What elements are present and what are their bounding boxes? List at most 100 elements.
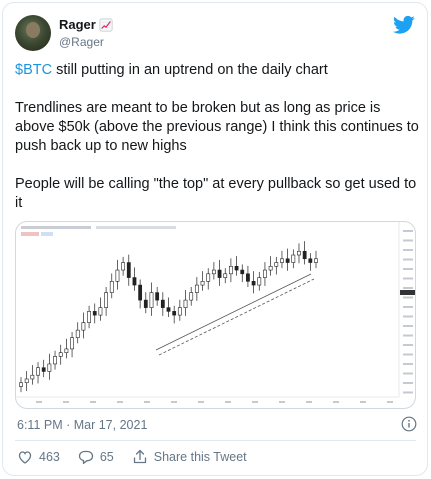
chart-increasing-emoji-icon [99, 18, 113, 31]
candle-body [115, 269, 120, 282]
candle-body [92, 311, 97, 316]
candle-body [177, 307, 182, 316]
candle-body [36, 367, 40, 376]
candle-body [149, 292, 154, 308]
tweet-paragraph-2: Trendlines are meant to be broken but as… [15, 100, 419, 154]
candle-body [268, 265, 273, 271]
twitter-bird-icon[interactable] [393, 15, 415, 35]
chart-image[interactable] [15, 221, 416, 409]
price-tick [403, 315, 413, 318]
candle-body [24, 378, 29, 384]
candle-body [109, 281, 114, 293]
candles [19, 241, 318, 393]
price-tick [403, 296, 413, 299]
candle-body [87, 311, 91, 323]
candle-body [200, 281, 205, 286]
candle-body [263, 269, 267, 278]
time-tick [333, 401, 339, 403]
candle-body [314, 258, 318, 263]
candlestick-chart [16, 222, 415, 403]
share-upload-icon [133, 449, 146, 464]
divider [15, 440, 416, 441]
price-tick [403, 372, 413, 375]
candle-body [194, 284, 199, 293]
price-tick [403, 334, 413, 337]
candle-body [206, 273, 211, 282]
chart-indicator-badge-2 [41, 232, 53, 236]
candle-body [217, 269, 222, 278]
price-tick [403, 239, 413, 242]
candle-body [64, 348, 69, 353]
reply-bubble-icon [78, 450, 94, 464]
price-tick [403, 230, 413, 232]
author-name[interactable]: Rager [59, 17, 96, 32]
candle-body [308, 258, 313, 263]
candle-body [160, 299, 165, 308]
price-tick [403, 344, 413, 346]
avatar[interactable] [15, 15, 51, 51]
time-tick [252, 401, 258, 403]
like-button[interactable]: 463 [17, 449, 60, 465]
reply-count: 65 [99, 450, 114, 464]
like-count: 463 [39, 450, 60, 464]
candle-body [229, 265, 233, 275]
reply-button[interactable]: 65 [78, 449, 114, 465]
candle-body [53, 356, 57, 365]
share-button[interactable]: Share this Tweet [132, 449, 247, 465]
candle-body [274, 262, 279, 267]
time-tick [306, 401, 312, 403]
candle-body [75, 329, 80, 338]
time-tick [225, 401, 231, 403]
tweet-header: Rager @Rager [15, 15, 415, 55]
cashtag-link[interactable]: $BTC [15, 62, 52, 78]
candle-body [155, 292, 160, 301]
tweet-meta-row: 6:11 PM · Mar 17, 2021 [17, 416, 417, 436]
candle-body [234, 265, 239, 271]
candle-body [251, 281, 256, 286]
time-tick [279, 401, 285, 403]
candle-body [41, 367, 46, 372]
price-tick [403, 249, 413, 251]
candle-body [246, 273, 250, 282]
price-tick [403, 287, 413, 289]
chart-title-bar [21, 226, 91, 229]
heart-icon [18, 451, 32, 464]
candle-body [98, 307, 103, 316]
candle-body [58, 352, 63, 357]
tweet-line1-text: still putting in an uptrend on the daily… [52, 62, 328, 78]
price-tick [403, 363, 413, 365]
time-tick [171, 401, 177, 403]
candle-body [70, 337, 74, 350]
chart-ohlc-bar [96, 226, 176, 229]
tweet-paragraph-1: $BTC still putting in an uptrend on the … [15, 61, 419, 80]
price-tick [403, 268, 413, 270]
author-handle[interactable]: @Rager [59, 35, 104, 49]
candle-body [143, 299, 148, 308]
price-axis [403, 230, 413, 394]
candle-body [19, 382, 23, 387]
candle-body [285, 258, 290, 263]
price-tick [403, 258, 413, 261]
time-tick [90, 401, 96, 403]
tweet-card[interactable]: Rager @Rager $BTC still putting in an up… [2, 2, 428, 476]
current-price-label [400, 290, 415, 295]
candle-body [30, 374, 35, 380]
tweet-timestamp[interactable]: 6:11 PM · Mar 17, 2021 [17, 418, 147, 432]
time-tick [198, 401, 204, 403]
author-name-row[interactable]: Rager [59, 17, 113, 32]
candle-body [223, 273, 228, 278]
price-tick [403, 382, 413, 384]
candle-body [183, 299, 188, 308]
candle-body [132, 277, 137, 286]
info-icon[interactable] [401, 416, 417, 432]
price-tick [403, 391, 413, 394]
candle-body [257, 277, 262, 286]
candle-body [121, 262, 126, 271]
time-tick [36, 401, 42, 403]
tweet-actions: 463 65 Share this Tweet [17, 447, 265, 467]
candle-body [291, 254, 296, 263]
candle-body [189, 292, 194, 301]
candle-body [302, 250, 307, 260]
share-label: Share this Tweet [153, 450, 247, 464]
time-axis [36, 401, 393, 403]
